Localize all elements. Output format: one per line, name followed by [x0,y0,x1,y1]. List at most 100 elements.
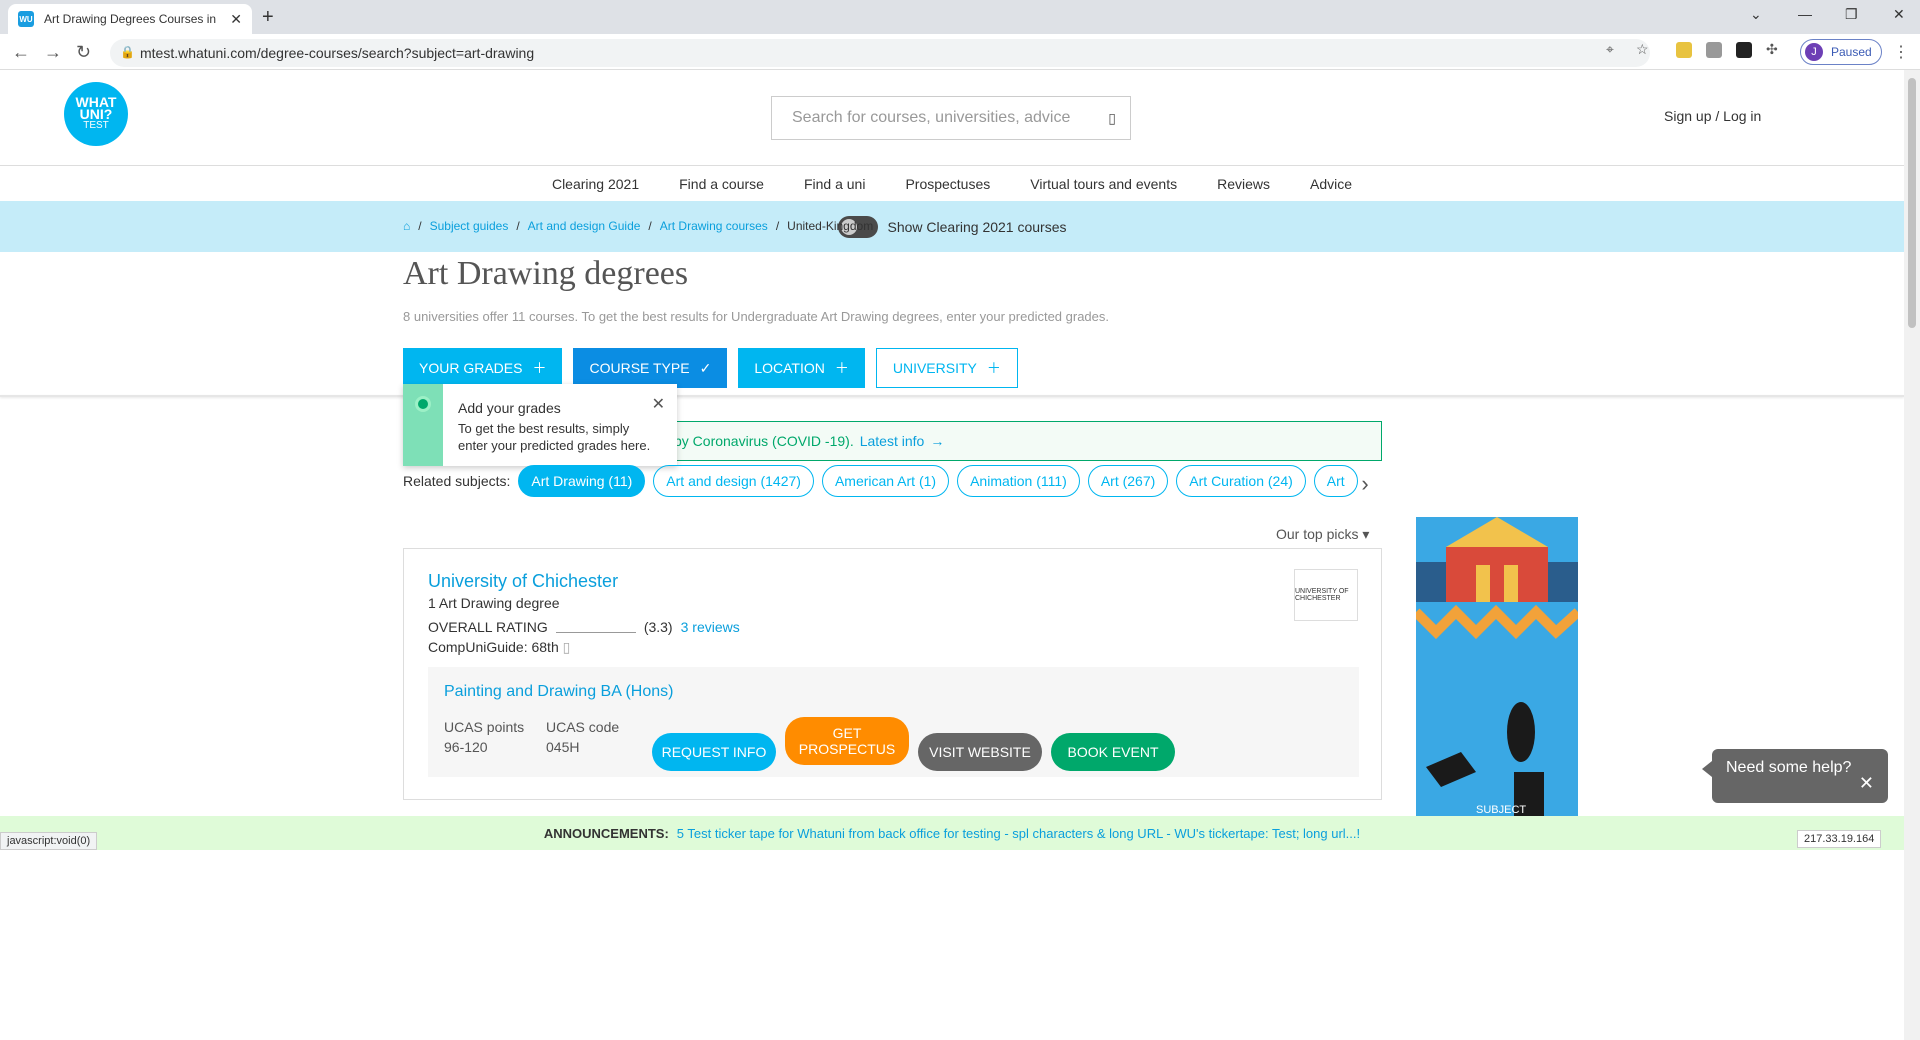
book-event-button[interactable]: BOOK EVENT [1051,733,1175,771]
main-nav: Clearing 2021 Find a course Find a uni P… [0,165,1904,201]
logo-line3: TEST [83,120,109,131]
subject-chip[interactable]: Art Drawing (11) [518,465,646,497]
svg-text:SUBJECT: SUBJECT [1476,804,1526,816]
course-count: 1 Art Drawing degree [428,595,560,611]
info-icon: ▯ [562,639,571,655]
nav-item-clearing[interactable]: Clearing 2021 [552,176,639,192]
tooltip-title: Add your grades [458,400,561,416]
profile-status: Paused [1831,45,1872,59]
university-logo[interactable]: UNIVERSITY OF CHICHESTER [1294,569,1358,621]
bookmark-star-icon[interactable]: ☆ [1636,41,1649,58]
subject-chip[interactable]: Art and design (1427) [653,465,814,497]
advert-banner[interactable]: SUBJECT [1416,517,1578,817]
forward-icon[interactable]: → [44,42,62,63]
avatar: J [1805,43,1823,61]
plus-icon: ＋ [532,360,547,376]
search-placeholder: Search for courses, universities, advice [792,109,1071,126]
browser-tab[interactable]: WU Art Drawing Degrees Courses in ✕ [8,4,252,34]
filter-bar: YOUR GRADES ＋ COURSE TYPE ✓ LOCATION ＋ UNIV… [403,348,1018,388]
profile-button[interactable]: J Paused [1800,39,1882,65]
nav-item-virtual-tours[interactable]: Virtual tours and events [1030,176,1177,192]
divider [0,395,1904,397]
reviews-link[interactable]: 3 reviews [681,619,740,635]
check-icon: ✓ [699,359,712,376]
ip-address: 217.33.19.164 [1797,830,1882,848]
tab-search-icon[interactable]: ⌄ [1750,6,1762,23]
nav-item-find-uni[interactable]: Find a uni [804,176,865,192]
indicator-dot-icon [415,396,431,412]
covid-latest-info-link[interactable]: Latest info [860,433,925,449]
address-bar[interactable]: 🔒 mtest.whatuni.com/degree-courses/searc… [110,39,1650,67]
request-info-button[interactable]: REQUEST INFO [652,733,776,771]
extension-icon[interactable] [1706,42,1722,58]
rating-value: (3.3) [643,619,673,635]
university-button[interactable]: UNIVERSITY ＋ [875,348,1018,388]
restore-icon[interactable]: ❐ [1845,6,1858,23]
back-icon[interactable]: ← [12,42,30,63]
rating-label: OVERALL RATING [428,619,548,635]
breadcrumb-subject-guides[interactable]: Subject guides [430,219,509,233]
close-icon[interactable]: ✕ [1859,773,1874,794]
new-tab-icon[interactable]: + [262,6,274,29]
chevron-right-icon[interactable]: › [1348,467,1382,501]
grades-tooltip: Add your grades To get the best results,… [403,384,677,466]
search-icon[interactable]: ▯ [1108,110,1116,127]
puzzle-icon[interactable]: ✣ [1766,41,1778,58]
covid-text: by Coronavirus (COVID -19). [674,433,854,449]
arrow-right-icon[interactable]: → [930,433,944,449]
status-bar: javascript:void(0) [0,832,98,850]
extension-icon[interactable] [1736,42,1752,58]
tooltip-text: To get the best results, simply enter yo… [458,421,651,453]
browser-tabbar: WU Art Drawing Degrees Courses in ✕ + ⌄ … [0,0,1920,34]
caret-down-icon: ▾ [1362,526,1370,542]
get-prospectus-button[interactable]: GET PROSPECTUS [785,717,909,765]
web-page: WHAT UNI? TEST Search for courses, unive… [0,70,1904,1040]
course-name[interactable]: Painting and Drawing BA (Hons) [444,683,673,701]
clearing-bar: Show Clearing 2021 courses [0,201,1904,252]
location-button[interactable]: LOCATION ＋ [738,348,865,388]
subject-chip[interactable]: American Art (1) [821,465,950,497]
announcement-text[interactable]: 5 Test ticker tape for Whatuni from back… [677,826,1360,841]
close-window-icon[interactable]: ✕ [1893,6,1905,23]
visit-website-button[interactable]: VISIT WEBSITE [918,733,1042,771]
subject-chip[interactable]: Animation (111) [957,465,1080,497]
course-type-button[interactable]: COURSE TYPE ✓ [573,348,728,388]
nav-item-find-course[interactable]: Find a course [679,176,764,192]
help-chat-bubble[interactable]: Need some help? ✕ [1702,749,1888,803]
kebab-menu-icon[interactable]: ⋮ [1893,42,1909,62]
result-card: University of Chichester 1 Art Drawing d… [403,548,1382,800]
nav-item-reviews[interactable]: Reviews [1217,176,1270,192]
close-icon[interactable]: ✕ [652,394,665,414]
page-scrollbar[interactable] [1904,70,1920,1040]
your-grades-button[interactable]: YOUR GRADES ＋ [403,348,563,388]
plus-icon: ＋ [834,360,849,376]
university-name[interactable]: University of Chichester [428,571,618,592]
whatuni-logo[interactable]: WHAT UNI? TEST [64,82,128,146]
related-label: Related subjects: [403,473,511,489]
breadcrumb-art-design[interactable]: Art and design Guide [528,219,641,233]
sort-label: Our top picks [1276,526,1359,542]
close-tab-icon[interactable]: ✕ [230,11,242,28]
search-input[interactable]: Search for courses, universities, advice… [771,96,1131,140]
overall-rating: OVERALL RATING (3.3) 3 reviews [428,619,740,635]
nav-item-advice[interactable]: Advice [1310,176,1352,192]
sort-dropdown[interactable]: Our top picks ▾ [1276,526,1369,543]
related-subjects: Related subjects: Art Drawing (11) Art a… [403,465,1403,497]
reload-icon[interactable]: ↻ [76,42,91,63]
ucas-code: UCAS code 045H [546,719,620,755]
subject-chip[interactable]: Art Curation (24) [1176,465,1306,497]
breadcrumb: ⌂ / Subject guides / Art and design Guide /… [403,219,874,233]
subject-chip[interactable]: Art (267) [1087,465,1169,497]
plus-icon: ＋ [986,360,1001,376]
signin-link[interactable]: Sign up / Log in [1664,108,1761,124]
nav-item-prospectuses[interactable]: Prospectuses [905,176,990,192]
scrollbar-thumb[interactable] [1908,78,1916,328]
breadcrumb-art-drawing[interactable]: Art Drawing courses [660,219,768,233]
home-icon[interactable]: ⌂ [403,219,410,233]
clearing-toggle-label: Show Clearing 2021 courses [887,218,1067,235]
minimize-icon[interactable]: — [1798,6,1812,22]
location-icon[interactable]: ⌖ [1606,41,1614,58]
announcement-ticker: ANNOUNCEMENTS: 5 Test ticker tape for Wh… [0,816,1904,850]
announcement-label: ANNOUNCEMENTS: [543,825,669,841]
extension-icon[interactable] [1676,42,1692,58]
